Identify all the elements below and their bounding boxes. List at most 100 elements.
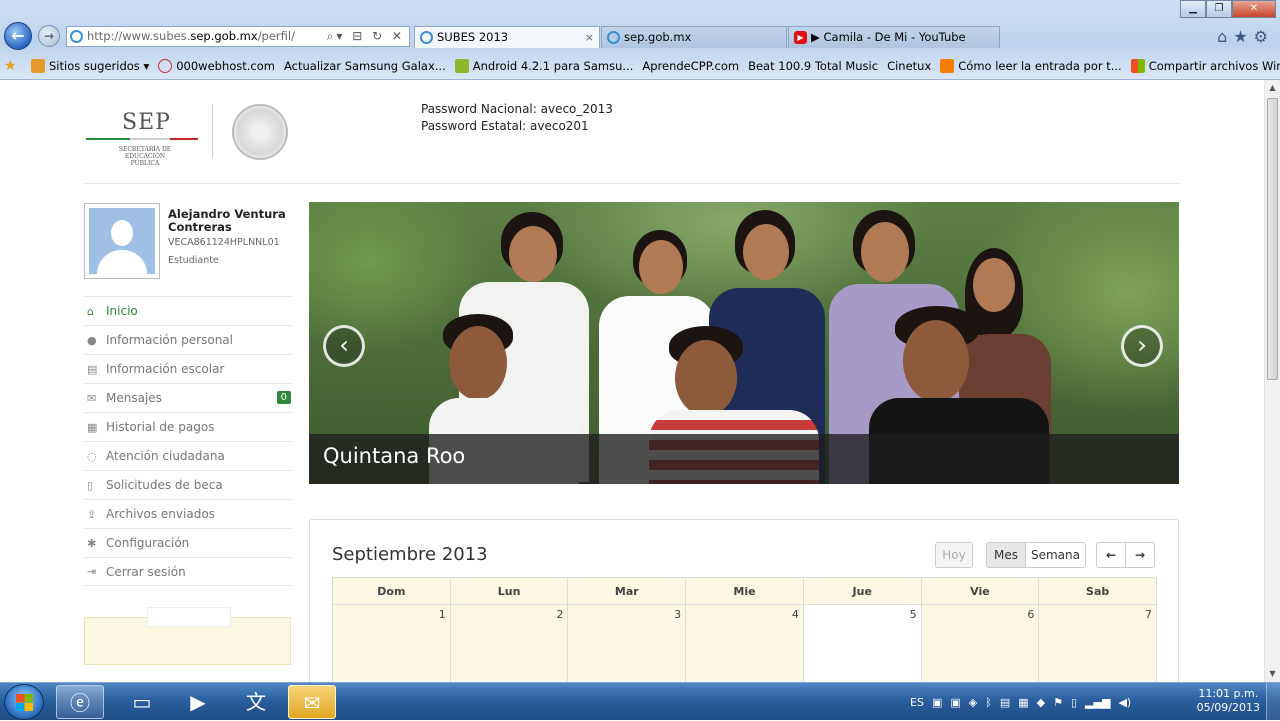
calendar-today-button[interactable]: Hoy <box>935 542 973 568</box>
profile-role: Estudiante <box>168 255 219 266</box>
android-icon <box>454 59 469 73</box>
ie-tab-icon <box>607 31 620 44</box>
tab-close-button[interactable]: × <box>585 27 594 48</box>
tray-app-icon[interactable]: ▣ <box>950 696 960 709</box>
calendar-day-cell[interactable]: 6 <box>920 605 1039 682</box>
suggested-sites-icon <box>31 59 45 73</box>
fav-actualizar-samsung[interactable]: Actualizar Samsung Galax... <box>0 59 446 148</box>
fav-android[interactable]: Android 4.2.1 para Samsu... <box>454 59 633 73</box>
sidebar-item-atencion-ciudadana[interactable]: ◌ Atención ciudadana <box>84 441 291 470</box>
calendar-week-row: 1 2 3 4 5 6 7 <box>332 605 1158 682</box>
taskbar-messenger-icon[interactable]: ✉ <box>288 685 336 719</box>
carousel-prev-button[interactable]: ‹ <box>323 325 365 367</box>
weekday-label: Dom <box>332 577 450 605</box>
tab-subes[interactable]: SUBES 2013 × <box>414 26 600 48</box>
bluetooth-icon[interactable]: ᛒ <box>985 696 992 709</box>
sidebar-item-mensajes[interactable]: ✉ Mensajes 0 <box>84 383 291 412</box>
calendar-day-cell[interactable]: 3 <box>567 605 686 682</box>
minimize-button[interactable]: ▁ <box>1180 0 1206 18</box>
fav-000webhost[interactable]: 000webhost.com <box>158 59 275 73</box>
calendar-day-cell[interactable]: 1 <box>332 605 450 682</box>
youtube-icon: ▶ <box>794 31 807 44</box>
tray-app-icon[interactable]: ◆ <box>1037 696 1045 709</box>
scroll-up-arrow-icon[interactable]: ▲ <box>1265 80 1280 96</box>
taskbar-media-player-icon[interactable]: ▶ <box>174 685 222 719</box>
calendar-month-button[interactable]: Mes <box>986 542 1026 568</box>
fav-cinetux[interactable]: Cinetux <box>0 59 931 148</box>
calendar-week-button[interactable]: Semana <box>1025 542 1086 568</box>
sidebar-item-informacion-escolar[interactable]: ▤ Información escolar <box>84 354 291 383</box>
restore-button[interactable]: ❐ <box>1206 0 1232 18</box>
system-tray: ES ▣ ▣ ◈ ᛒ ▤ ▦ ◆ ⚑ ▯ ▂▄▆ ◀) <box>910 683 1139 721</box>
sidebar-item-inicio[interactable]: ⌂ Inicio <box>84 296 291 325</box>
tray-app-icon[interactable]: ◈ <box>969 696 977 709</box>
fav-blogger[interactable]: Cómo leer la entrada por t... <box>940 59 1122 73</box>
page-scrollbar[interactable]: ▲ ▼ <box>1264 80 1280 682</box>
taskbar-ie-icon[interactable]: ⓔ <box>56 685 104 719</box>
tray-app-icon[interactable]: ▣ <box>932 696 942 709</box>
scroll-down-arrow-icon[interactable]: ▼ <box>1265 666 1280 682</box>
show-desktop-button[interactable] <box>1266 683 1280 721</box>
ie-page-icon <box>70 30 83 43</box>
calendar-next-button[interactable]: → <box>1125 542 1155 568</box>
taskbar-explorer-icon[interactable]: ▭ <box>118 685 166 719</box>
sidebar-item-informacion-personal[interactable]: ● Información personal <box>84 325 291 354</box>
fav-aprendecpp[interactable]: AprendeCPP.com <box>0 59 739 148</box>
volume-icon[interactable]: ◀) <box>1118 696 1131 709</box>
ie-tab-icon <box>420 31 433 44</box>
weekday-label: Sab <box>1038 577 1158 605</box>
tab-youtube[interactable]: ▶ ▶ Camila - De Mi - YouTube <box>788 26 1000 48</box>
browser-toolbar-icons: ⌂★⚙ <box>1217 27 1274 46</box>
avatar[interactable] <box>84 203 160 279</box>
home-icon[interactable]: ⌂ <box>1217 27 1233 46</box>
windows-icon <box>1130 59 1145 73</box>
tray-app-icon[interactable]: ▤ <box>1000 696 1010 709</box>
sidebar-item-configuracion[interactable]: ✱ Configuración <box>84 528 291 557</box>
tray-app-icon[interactable]: ▦ <box>1018 696 1028 709</box>
image-carousel: ‹ › Quintana Roo <box>309 202 1179 484</box>
carousel-next-button[interactable]: › <box>1121 325 1163 367</box>
calendar-day-cell[interactable]: 2 <box>449 605 568 682</box>
weekday-label: Mar <box>567 577 686 605</box>
calendar-prev-button[interactable]: ← <box>1096 542 1126 568</box>
network-signal-icon[interactable]: ▂▄▆ <box>1085 696 1110 709</box>
address-bar[interactable]: http://www.subes.sep.gob.mx/perfil/ ⌕▾ ⊟… <box>66 26 410 47</box>
home-icon: ⌂ <box>87 304 94 318</box>
scrollbar-thumb[interactable] <box>1267 98 1278 380</box>
sidebar-item-solicitudes-beca[interactable]: ▯ Solicitudes de beca <box>84 470 291 499</box>
taskbar-clock[interactable]: 11:01 p.m. 05/09/2013 <box>1197 687 1260 715</box>
calendar-day-cell[interactable]: 4 <box>685 605 803 682</box>
fav-compartir[interactable]: Compartir archivos Win 7 <box>1130 59 1280 73</box>
tab-sep[interactable]: sep.gob.mx <box>601 26 787 48</box>
favorites-add-star[interactable]: ★ <box>4 59 22 73</box>
calendar-grid: Dom Lun Mar Mie Jue Vie Sab 1 2 3 4 5 6 … <box>332 577 1158 682</box>
sep-logo[interactable]: SEP SECRETARÍA DE EDUCACIÓN PÚBLICA <box>86 110 206 167</box>
profile-curp: VECA861124HPLNNL01 <box>168 237 280 248</box>
favorites-star-icon[interactable]: ★ <box>1233 27 1253 46</box>
carousel-caption: Quintana Roo <box>309 434 1179 484</box>
back-button[interactable]: ← <box>4 22 32 50</box>
forward-button[interactable]: → <box>38 25 60 47</box>
book-icon: ▤ <box>87 362 98 376</box>
page-content: SEP SECRETARÍA DE EDUCACIÓN PÚBLICA Pass… <box>0 80 1264 682</box>
favorites-bar: ★ Sitios sugeridos ▾ 000webhost.com Actu… <box>0 54 1280 148</box>
action-center-flag-icon[interactable]: ⚑ <box>1053 696 1063 709</box>
taskbar-translate-icon[interactable]: 文 <box>232 685 280 719</box>
close-window-button[interactable]: ✕ <box>1232 0 1276 18</box>
fav-beat[interactable]: Beat 100.9 Total Music <box>0 59 878 148</box>
calendar-day-cell-today[interactable]: 5 <box>802 605 921 682</box>
fav-sitios-sugeridos[interactable]: Sitios sugeridos ▾ <box>31 59 149 73</box>
start-button[interactable] <box>4 684 44 720</box>
profile-name: Alejandro Ventura Contreras <box>168 207 286 234</box>
calendar-title: Septiembre 2013 <box>332 544 488 565</box>
header-divider <box>84 183 1180 184</box>
address-tools-icon[interactable]: ⌕▾ ⊟ ↻ ✕ <box>327 27 405 46</box>
calendar-day-cell[interactable]: 7 <box>1038 605 1158 682</box>
tools-gear-icon[interactable]: ⚙ <box>1254 27 1274 46</box>
sidebar-item-cerrar-sesion[interactable]: ⇥ Cerrar sesión <box>84 557 291 586</box>
sidebar-item-historial-pagos[interactable]: ▦ Historial de pagos <box>84 412 291 441</box>
battery-icon[interactable]: ▯ <box>1071 696 1077 709</box>
list-icon: ▦ <box>87 420 98 434</box>
language-indicator[interactable]: ES <box>910 696 924 709</box>
sidebar-item-archivos-enviados[interactable]: ⇪ Archivos enviados <box>84 499 291 528</box>
